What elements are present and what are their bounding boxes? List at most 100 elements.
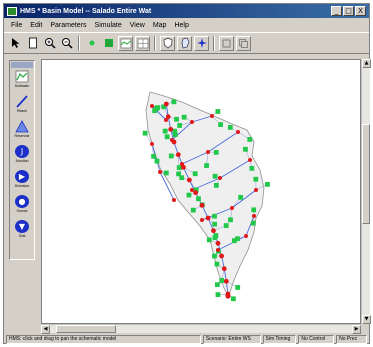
junction-node[interactable] <box>200 218 204 222</box>
subbasin-node[interactable] <box>235 285 241 290</box>
subbasin-node[interactable] <box>215 109 221 114</box>
junction-node[interactable] <box>221 266 227 272</box>
close-button[interactable]: X <box>355 6 366 16</box>
subbasin-node[interactable] <box>213 233 219 238</box>
subbasin-node[interactable] <box>249 165 255 171</box>
subbasin-node[interactable] <box>176 165 182 170</box>
junction-node[interactable] <box>236 130 240 134</box>
menu-help[interactable]: Help <box>170 22 192 29</box>
subbasin-node[interactable] <box>177 123 183 128</box>
menu-edit[interactable]: Edit <box>26 22 46 29</box>
scroll-left-button[interactable]: ◀ <box>41 325 50 334</box>
basin-schematic[interactable] <box>42 60 361 324</box>
junction-node[interactable] <box>199 202 205 208</box>
junction-node[interactable] <box>170 138 174 142</box>
grid-layer-icon[interactable] <box>135 35 150 51</box>
subbasin-node[interactable] <box>164 134 170 140</box>
copy-icon[interactable] <box>236 35 251 51</box>
subbasin-node[interactable] <box>190 207 196 213</box>
subbasin-node[interactable] <box>162 128 168 134</box>
vertical-scroll-thumb[interactable] <box>362 124 370 224</box>
subbasin-node[interactable] <box>181 114 187 120</box>
map-layer-icon[interactable] <box>118 35 133 51</box>
subbasin-node[interactable] <box>142 130 148 136</box>
subbasin-node[interactable] <box>235 236 240 242</box>
subbasin-node[interactable] <box>251 207 257 213</box>
palette-reservoir[interactable]: Reservoir <box>12 120 32 142</box>
menu-map[interactable]: Map <box>149 22 171 29</box>
subbasin-node[interactable] <box>214 282 220 288</box>
horizontal-scroll-thumb[interactable] <box>56 325 116 333</box>
subbasin-node[interactable] <box>238 194 244 200</box>
subbasin-node[interactable] <box>172 132 178 138</box>
page-icon[interactable] <box>25 36 40 51</box>
junction-node[interactable] <box>150 104 154 108</box>
junction-node[interactable] <box>172 198 176 202</box>
subbasin-node[interactable] <box>204 163 209 168</box>
outline-icon[interactable] <box>177 35 192 51</box>
junction-node[interactable] <box>252 214 256 218</box>
subbasin-node[interactable] <box>213 182 219 188</box>
junction-node[interactable] <box>190 120 194 124</box>
subbasin-node[interactable] <box>171 99 177 105</box>
scroll-up-button[interactable]: ▲ <box>362 59 371 68</box>
junction-node[interactable] <box>193 190 199 196</box>
subbasin-node[interactable] <box>168 153 174 159</box>
outlet-node[interactable] <box>225 293 231 299</box>
zoom-in-icon[interactable] <box>42 36 57 51</box>
vertical-scrollbar[interactable]: ▲ ▼ <box>361 59 371 324</box>
menu-view[interactable]: View <box>126 22 149 29</box>
palette-reach[interactable]: Reach <box>12 95 32 117</box>
subbasin-node[interactable] <box>174 116 179 122</box>
junction-node[interactable] <box>180 162 184 166</box>
palette-source[interactable]: ● Source <box>12 195 32 217</box>
junction-node[interactable] <box>168 126 174 132</box>
subbasin-node[interactable] <box>206 237 212 243</box>
junction-node[interactable] <box>186 177 192 183</box>
scroll-right-button[interactable]: ▶ <box>352 325 361 334</box>
subbasin-node[interactable] <box>192 171 198 177</box>
shield-icon[interactable] <box>160 35 175 51</box>
subbasin-node[interactable] <box>253 176 259 182</box>
palette-sink[interactable]: ▼ Sink <box>12 220 32 242</box>
junction-node[interactable] <box>218 176 222 180</box>
subbasin-node[interactable] <box>230 296 236 302</box>
junction-node[interactable] <box>150 142 154 146</box>
basin-map-canvas[interactable] <box>41 59 361 324</box>
junction-node[interactable] <box>175 152 181 158</box>
junction-node[interactable] <box>223 278 229 284</box>
subbasin-node[interactable] <box>212 173 218 179</box>
palette-diversion[interactable]: ▶ Diversion <box>12 170 32 192</box>
title-bar[interactable]: HMS * Basin Model -- Salado Entire Wat _… <box>4 4 369 18</box>
menu-parameters[interactable]: Parameters <box>46 22 90 29</box>
junction-node[interactable] <box>210 114 214 118</box>
subbasin-node[interactable] <box>219 278 225 283</box>
junction-node[interactable] <box>219 253 224 259</box>
palette-subbasin[interactable]: Subbasin <box>12 70 32 92</box>
junction-node[interactable] <box>230 206 234 210</box>
star-icon[interactable] <box>194 35 209 51</box>
junction-node[interactable] <box>163 101 169 107</box>
junction-node[interactable] <box>206 150 210 154</box>
subbasin-node[interactable] <box>228 217 233 223</box>
subbasin-node[interactable] <box>215 292 221 298</box>
subbasin-node[interactable] <box>223 223 229 228</box>
zoom-out-icon[interactable] <box>59 36 74 51</box>
junction-node[interactable] <box>164 118 168 122</box>
subbasin-node[interactable] <box>250 220 256 226</box>
subbasin-node[interactable] <box>163 170 169 176</box>
junction-node[interactable] <box>215 240 221 246</box>
subbasin-node[interactable] <box>154 106 159 111</box>
subbasin-node[interactable] <box>176 171 181 177</box>
subbasin-node[interactable] <box>196 196 201 202</box>
junction-node[interactable] <box>158 170 162 174</box>
subbasin-node[interactable] <box>218 122 223 127</box>
minimize-button[interactable]: _ <box>331 6 342 16</box>
subbasin-node[interactable] <box>213 149 219 155</box>
subbasin-node[interactable] <box>243 146 248 152</box>
junction-node[interactable] <box>190 188 194 192</box>
menu-simulate[interactable]: Simulate <box>91 22 126 29</box>
subbasin-node[interactable] <box>212 253 217 259</box>
menu-file[interactable]: File <box>7 22 26 29</box>
junction-node[interactable] <box>254 188 258 192</box>
